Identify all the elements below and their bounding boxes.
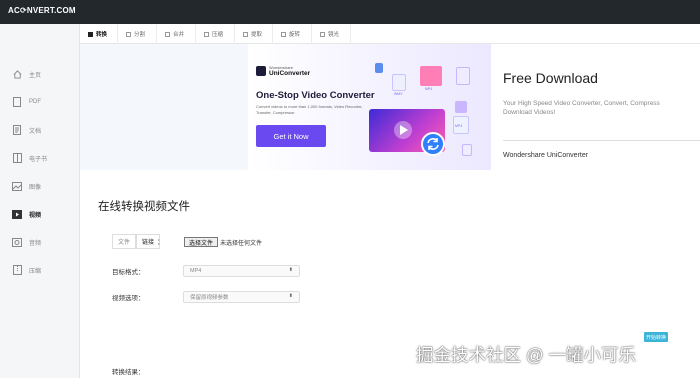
tab-checkbox-icon: [243, 31, 248, 37]
sidebar-item-document[interactable]: 文档: [0, 120, 80, 140]
tab-merge[interactable]: 合并: [157, 24, 196, 44]
start-convert-button[interactable]: 开始转换: [644, 332, 668, 342]
divider: [503, 140, 700, 141]
download-footer: Wondershare UniConverter: [503, 152, 589, 159]
select-arrows-icon: ⬍: [288, 293, 293, 299]
ad-title: One-Stop Video Converter: [256, 90, 375, 101]
sidebar-item-label: 图像: [29, 184, 42, 191]
watermark: 掘金技术社区 @ 一罐小可乐: [416, 345, 636, 365]
image-icon: [12, 181, 22, 191]
tab-split[interactable]: 分割: [118, 24, 157, 44]
file-source-tab[interactable]: 文件: [112, 234, 137, 249]
tab-checkbox-icon: [320, 31, 325, 37]
download-desc-line: Download Videos!: [503, 109, 556, 116]
video-options-select[interactable]: 保留原视频参数 ⬍: [183, 291, 300, 303]
file-format-label: WMV: [394, 92, 403, 96]
audio-icon: [12, 237, 22, 247]
sidebar-item-label: 主页: [29, 72, 42, 79]
tab-compress[interactable]: 压缩: [196, 24, 235, 44]
get-it-now-button[interactable]: Get it Now: [256, 125, 326, 147]
sidebar-item-label: 压缩: [29, 268, 42, 275]
sidebar-item-image[interactable]: 图像: [0, 176, 80, 196]
tab-checkbox-icon: [281, 31, 286, 37]
file-icon: [420, 66, 442, 86]
top-bar: AC⟳NVERT.COM: [0, 0, 700, 24]
tab-label: 分割: [134, 32, 146, 38]
site-logo[interactable]: AC⟳NVERT.COM: [8, 6, 76, 15]
tab-label: 压缩: [212, 32, 224, 38]
ad-description: Convert videos to more than 1,000 format…: [256, 104, 363, 115]
uniconverter-ad[interactable]: Wondershare UniConverter One-Stop Video …: [248, 44, 491, 170]
archive-icon: [12, 265, 22, 275]
file-format-label: MP4: [455, 124, 463, 128]
file-icon: [455, 101, 467, 113]
tab-extract[interactable]: 提取: [235, 24, 273, 44]
tab-rotate[interactable]: 旋转: [273, 24, 312, 44]
free-download-panel[interactable]: Free Download Your High Speed Video Conv…: [491, 44, 700, 170]
file-icon: [462, 144, 472, 156]
tab-checkbox-icon: [88, 31, 93, 37]
sidebar-item-label: 音频: [29, 240, 42, 247]
select-arrows-icon: ⬍: [288, 267, 293, 273]
sidebar-item-archive[interactable]: 压缩: [0, 260, 80, 280]
download-title: Free Download: [503, 70, 598, 86]
source-switch: 文件 链接: [112, 234, 161, 249]
no-file-selected-text: 未选择任何文件: [220, 241, 263, 247]
colon-separator: ：: [157, 239, 164, 246]
sidebar-item-audio[interactable]: 音频: [0, 232, 80, 252]
sidebar-item-label: 电子书: [29, 156, 48, 163]
sidebar-item-home[interactable]: 主页: [0, 64, 80, 84]
sidebar-item-label: PDF: [29, 99, 41, 105]
select-value: MP4: [190, 268, 202, 274]
tab-label: 合并: [173, 32, 185, 38]
sync-icon: [421, 132, 445, 156]
choose-file-button[interactable]: 选择文件: [184, 237, 218, 247]
tab-label: 转换: [96, 32, 108, 38]
tab-mirror[interactable]: 镜光: [312, 24, 351, 44]
tool-tabs: 转换 分割 合并 压缩 提取 旋转 镜光: [80, 24, 700, 44]
tab-label: 提取: [251, 32, 263, 38]
sidebar-item-ebook[interactable]: 电子书: [0, 148, 80, 168]
home-icon: [12, 69, 22, 79]
tab-checkbox-icon: [126, 31, 131, 37]
banner-blank: [80, 44, 248, 170]
document-icon: [12, 125, 22, 135]
target-format-label: 目标格式：: [112, 269, 145, 276]
select-value: 保留原视频参数: [190, 295, 229, 301]
sidebar-item-pdf[interactable]: PDF: [0, 92, 80, 112]
sidebar: 主页 PDF 文档 电子书 图像 视频 音频 压缩: [0, 24, 80, 378]
download-desc-line: Your High Speed Video Converter, Convert…: [503, 100, 660, 107]
video-options-label: 视频选项：: [112, 295, 145, 302]
result-label: 转换结果：: [112, 369, 145, 376]
file-icon: [375, 63, 383, 73]
download-description: Your High Speed Video Converter, Convert…: [503, 99, 700, 117]
tab-label: 旋转: [289, 32, 301, 38]
file-format-label: MP4: [425, 87, 433, 91]
tab-convert[interactable]: 转换: [80, 24, 118, 44]
sidebar-item-label: 视频: [29, 212, 42, 219]
video-icon: [12, 209, 22, 219]
ebook-icon: [12, 153, 22, 163]
target-format-select[interactable]: MP4 ⬍: [183, 265, 300, 277]
ad-brand-large: UniConverter: [269, 70, 311, 77]
tab-checkbox-icon: [165, 31, 170, 37]
pdf-icon: [12, 97, 22, 107]
tab-label: 镜光: [328, 32, 340, 38]
file-icon: [456, 67, 470, 85]
sidebar-item-video[interactable]: 视频: [0, 204, 80, 224]
file-icon: [392, 74, 406, 91]
sidebar-item-label: 文档: [29, 128, 42, 135]
page-title: 在线转换视频文件: [98, 201, 190, 213]
tab-checkbox-icon: [204, 31, 209, 37]
uniconverter-logo-icon: [256, 66, 266, 76]
